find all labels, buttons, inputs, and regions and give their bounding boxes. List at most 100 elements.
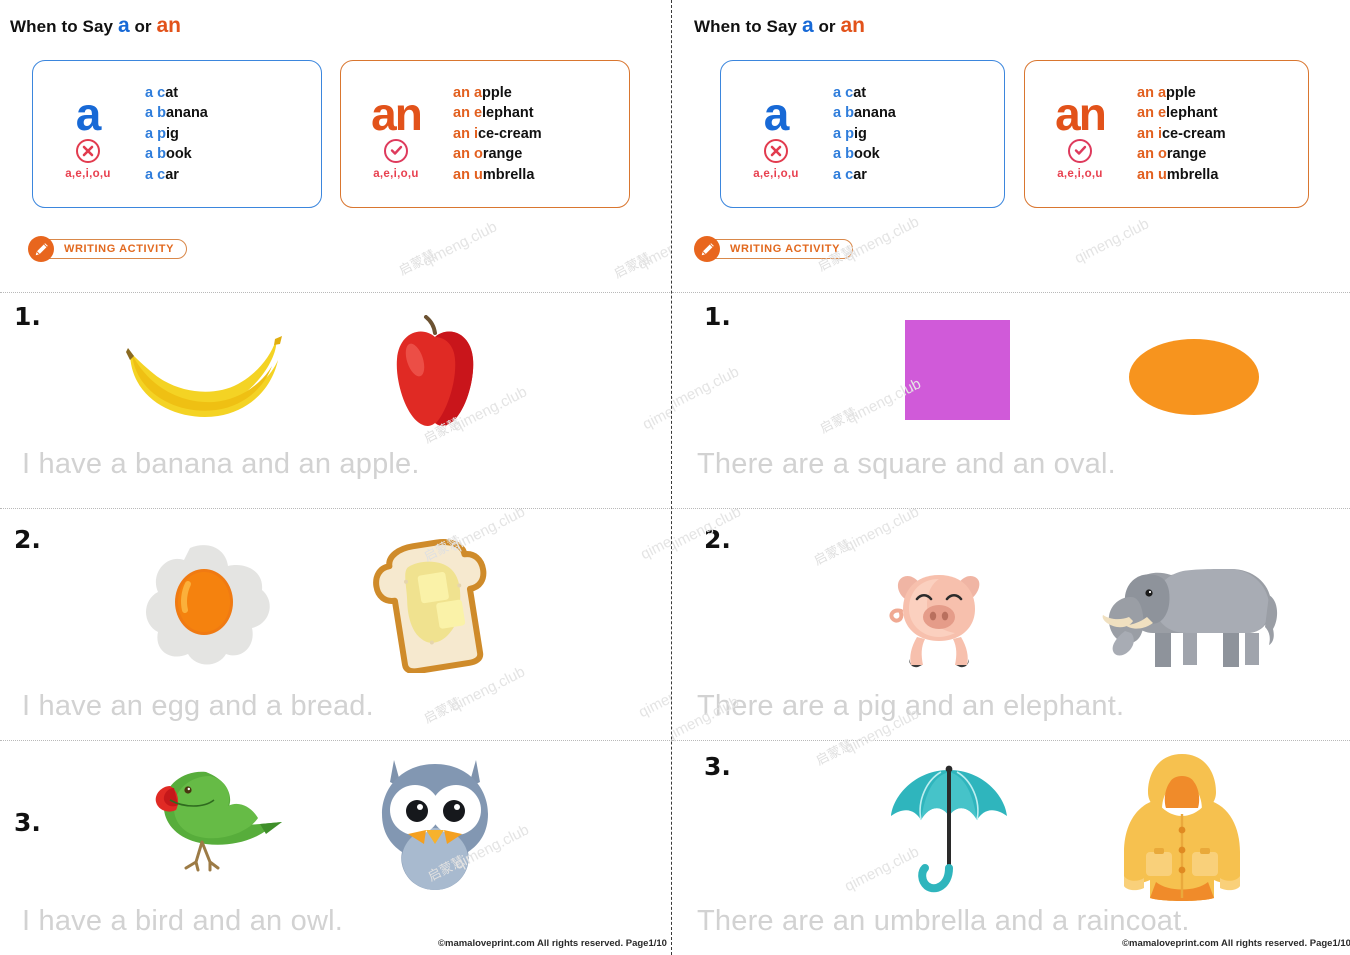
rule-box-an-big-letter: an — [1055, 87, 1107, 140]
example-article: a — [145, 125, 154, 142]
example-initial: b — [157, 105, 166, 122]
apple-illustration — [385, 315, 485, 440]
example-article: a — [833, 166, 842, 183]
watermark: qimeng.club — [420, 218, 500, 271]
example-initial: b — [845, 105, 854, 122]
rule-box-a-big-letter: a — [763, 87, 790, 140]
example-article: an — [1137, 125, 1154, 142]
page-title-or: or — [129, 17, 157, 36]
rule-box-a-symbol: a a,e,i,o,u — [33, 89, 143, 180]
watermark-cjk: 启蒙慧 — [811, 537, 854, 569]
watermark: qimeng.club — [638, 511, 672, 564]
cross-circle-icon — [764, 138, 788, 163]
example-rest: lephant — [482, 105, 534, 122]
list-item: a cat — [145, 83, 208, 104]
example-initial: a — [473, 84, 483, 101]
example-article: a — [833, 84, 842, 101]
example-initial: o — [1157, 146, 1167, 163]
example-article: a — [833, 146, 842, 163]
pig-illustration — [887, 555, 1002, 675]
example-article: an — [453, 125, 470, 142]
list-item: a book — [145, 144, 208, 165]
tracing-sentence: I have a banana and an apple. — [22, 448, 420, 480]
watermark: qimeng.club — [635, 221, 672, 274]
rule-box-an: an a,e,i,o,u an apple an elephant an ice… — [1024, 60, 1309, 208]
writing-activity-badge: WRITING ACTIVITY — [694, 236, 854, 262]
page-title-prefix: When to Say — [10, 17, 118, 36]
example-initial: c — [845, 84, 854, 101]
tracing-sentence: I have an egg and a bread. — [22, 690, 374, 722]
watermark: qimeng.club — [842, 503, 922, 556]
example-article: an — [453, 84, 470, 101]
example-rest: mbrella — [482, 166, 535, 183]
fried-egg-illustration — [140, 540, 270, 675]
orange-oval-shape — [1129, 339, 1259, 415]
raincoat-illustration — [1112, 748, 1252, 908]
example-initial: a — [1157, 84, 1167, 101]
watermark-cjk: 启蒙慧 — [611, 250, 654, 282]
example-rest: pple — [1166, 84, 1196, 101]
pencil-icon — [28, 236, 54, 262]
row-number: 3. — [704, 752, 731, 781]
list-item: a car — [145, 165, 208, 186]
writing-activity-label: WRITING ACTIVITY — [64, 243, 175, 255]
example-rest: ar — [853, 166, 867, 183]
pencil-icon — [694, 236, 720, 262]
list-item: a cat — [833, 83, 896, 104]
tracing-sentence: I have a bird and an owl. — [22, 905, 343, 937]
check-circle-icon — [384, 138, 408, 163]
check-circle-icon — [1068, 138, 1092, 163]
example-rest: at — [853, 84, 867, 101]
rule-box-an-examples: an apple an elephant an ice-cream an ora… — [1135, 83, 1226, 186]
example-initial: p — [157, 125, 166, 142]
example-rest: range — [1166, 146, 1207, 163]
page-divider — [671, 0, 672, 955]
example-initial: u — [473, 166, 483, 183]
example-initial: p — [845, 125, 854, 142]
example-initial: e — [473, 105, 483, 122]
example-article: a — [145, 166, 154, 183]
page-title: When to Say a or an — [694, 14, 865, 38]
example-initial: c — [845, 166, 854, 183]
example-article: an — [453, 105, 470, 122]
example-article: an — [1137, 105, 1154, 122]
page-title: When to Say a or an — [10, 14, 181, 38]
example-article: an — [1137, 146, 1154, 163]
page-title-or: or — [813, 17, 841, 36]
example-article: an — [1137, 166, 1154, 183]
tracing-sentence: There are an umbrella and a raincoat. — [697, 905, 1190, 937]
writing-activity-label: WRITING ACTIVITY — [730, 243, 841, 255]
rule-box-an: an a,e,i,o,u an apple an elephant an ice… — [340, 60, 630, 208]
tracing-sentence: There are a square and an oval. — [697, 448, 1116, 480]
row-separator — [672, 508, 1350, 509]
example-rest: ook — [165, 146, 192, 163]
list-item: a book — [833, 144, 896, 165]
example-initial: o — [473, 146, 483, 163]
rule-box-a: a a,e,i,o,u a cat a banana a pig a book … — [720, 60, 1005, 208]
rule-box-a-examples: a cat a banana a pig a book a car — [831, 83, 896, 186]
page-title-prefix: When to Say — [694, 17, 802, 36]
toast-bread-illustration — [370, 538, 495, 678]
example-article: a — [145, 84, 154, 101]
banana-illustration — [120, 330, 290, 430]
row-separator — [0, 740, 672, 741]
rule-box-a: a a,e,i,o,u a cat a banana a pig a book … — [32, 60, 322, 208]
example-rest: at — [165, 84, 179, 101]
example-article: a — [833, 125, 842, 142]
rule-box-a-vowels: a,e,i,o,u — [65, 167, 111, 180]
row-number: 2. — [704, 525, 731, 554]
example-article: a — [833, 105, 842, 122]
example-initial: e — [1157, 105, 1167, 122]
list-item: an ice-cream — [453, 124, 542, 145]
watermark: qimeng.club — [640, 381, 672, 434]
page-title-a: a — [801, 14, 814, 37]
list-item: an apple — [453, 83, 542, 104]
rule-box-an-big-letter: an — [371, 87, 423, 140]
writing-activity-pill: WRITING ACTIVITY — [39, 239, 188, 259]
page-title-a: a — [117, 14, 130, 37]
example-article: an — [453, 146, 470, 163]
list-item: an apple — [1137, 83, 1226, 104]
watermark-cjk: 启蒙慧 — [817, 405, 860, 437]
tracing-sentence: There are a pig and an elephant. — [697, 690, 1125, 722]
row-separator — [0, 292, 672, 293]
